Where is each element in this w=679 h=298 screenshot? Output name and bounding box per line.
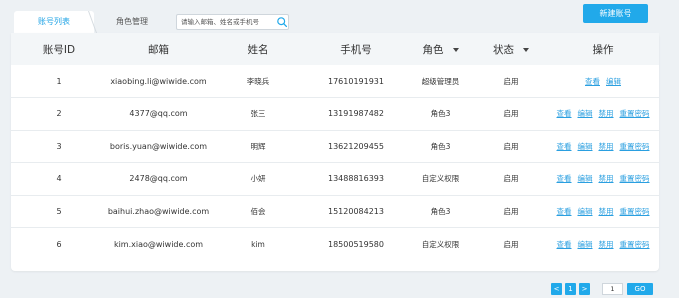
cell-id: 1 bbox=[56, 76, 62, 86]
cell-email: baihui.zhao@wiwide.com bbox=[107, 206, 210, 216]
disable-link[interactable]: 禁用 bbox=[599, 109, 614, 118]
cell-status: 启用 bbox=[503, 239, 519, 249]
cell-role: 角色3 bbox=[430, 141, 451, 151]
header-role-label: 角色 bbox=[422, 43, 444, 56]
cell-role: 超级管理员 bbox=[421, 76, 460, 86]
view-link[interactable]: 查看 bbox=[557, 109, 572, 118]
header-status-label: 状态 bbox=[493, 43, 514, 56]
view-link[interactable]: 查看 bbox=[557, 240, 572, 249]
cell-phone: 13621209455 bbox=[328, 141, 384, 151]
cell-status: 启用 bbox=[503, 76, 519, 86]
view-link[interactable]: 查看 bbox=[585, 77, 600, 86]
cell-name: kim bbox=[251, 239, 265, 249]
view-link[interactable]: 查看 bbox=[557, 174, 572, 183]
cell-actions: 查看 编辑 禁用 重置密码 bbox=[547, 98, 659, 131]
cell-name: 明辉 bbox=[250, 141, 266, 151]
table-row: 3 boris.yuan@wiwide.com 明辉 13621209455 角色3 启用… bbox=[11, 130, 659, 163]
cell-phone: 17610191931 bbox=[328, 76, 384, 86]
edit-link[interactable]: 编辑 bbox=[578, 207, 593, 216]
header-role[interactable]: 角色 bbox=[406, 33, 475, 65]
header-phone: 手机号 bbox=[340, 43, 372, 56]
cell-phone: 18500519580 bbox=[328, 239, 384, 249]
reset-password-link[interactable]: 重置密码 bbox=[620, 109, 650, 118]
edit-link[interactable]: 编辑 bbox=[578, 174, 593, 183]
goto-page-input[interactable] bbox=[602, 283, 623, 295]
search-icon[interactable] bbox=[276, 16, 288, 28]
table-row: 4 2478@qq.com 小妍 13488816393 自定义权限 启用 查看 编辑 禁用 重置… bbox=[11, 163, 659, 196]
disable-link[interactable]: 禁用 bbox=[599, 240, 614, 249]
view-link[interactable]: 查看 bbox=[557, 207, 572, 216]
cell-status: 启用 bbox=[503, 206, 519, 216]
cell-role: 自定义权限 bbox=[421, 239, 460, 249]
cell-role: 自定义权限 bbox=[421, 174, 460, 184]
cell-phone: 15120084213 bbox=[328, 206, 384, 216]
tab-account-list[interactable]: 账号列表 bbox=[14, 11, 94, 34]
next-page-button[interactable]: > bbox=[579, 283, 590, 295]
header-status[interactable]: 状态 bbox=[475, 33, 547, 65]
cell-role: 角色3 bbox=[430, 206, 451, 216]
reset-password-link[interactable]: 重置密码 bbox=[620, 142, 650, 151]
account-table: 账号ID 邮箱 姓名 手机号 角色 状态 操作 1 xiaobing.li@wiw… bbox=[11, 33, 659, 260]
caret-down-icon[interactable] bbox=[452, 47, 459, 52]
cell-name: 张三 bbox=[250, 109, 266, 119]
cell-email: kim.xiao@wiwide.com bbox=[113, 239, 204, 249]
edit-link[interactable]: 编辑 bbox=[578, 109, 593, 118]
cell-name: 小妍 bbox=[250, 174, 266, 184]
cell-name: 李晓兵 bbox=[246, 76, 270, 86]
prev-page-button[interactable]: < bbox=[551, 283, 562, 295]
table-header-row: 账号ID 邮箱 姓名 手机号 角色 状态 操作 bbox=[11, 33, 659, 65]
caret-down-icon[interactable] bbox=[523, 47, 529, 52]
header-actions: 操作 bbox=[592, 43, 614, 56]
header-id: 账号ID bbox=[42, 43, 76, 56]
table-row: 5 baihui.zhao@wiwide.com 佰会 15120084213 角色3 启… bbox=[11, 195, 659, 228]
cell-email: boris.yuan@wiwide.com bbox=[109, 141, 208, 151]
reset-password-link[interactable]: 重置密码 bbox=[620, 174, 650, 183]
cell-id: 5 bbox=[56, 206, 62, 216]
cell-id: 3 bbox=[56, 141, 62, 151]
search-box bbox=[176, 14, 289, 30]
cell-actions: 查看 编辑 禁用 重置密码 bbox=[547, 195, 659, 228]
disable-link[interactable]: 禁用 bbox=[599, 207, 614, 216]
disable-link[interactable]: 禁用 bbox=[599, 142, 614, 151]
cell-actions: 查看 编辑 禁用 重置密码 bbox=[547, 228, 659, 261]
edit-link[interactable]: 编辑 bbox=[578, 142, 593, 151]
table-row: 2 4377@qq.com 张三 13191987482 角色3 启用 查看 编辑 禁用 重置密码 bbox=[11, 98, 659, 131]
cell-phone: 13191987482 bbox=[328, 109, 384, 119]
cell-actions: 查看 编辑 禁用 重置密码 bbox=[547, 163, 659, 196]
cell-email: xiaobing.li@wiwide.com bbox=[110, 76, 207, 86]
view-link[interactable]: 查看 bbox=[557, 142, 572, 151]
reset-password-link[interactable]: 重置密码 bbox=[620, 240, 650, 249]
edit-link[interactable]: 编辑 bbox=[606, 77, 621, 86]
go-button[interactable]: GO bbox=[627, 283, 653, 295]
reset-password-link[interactable]: 重置密码 bbox=[620, 207, 650, 216]
new-account-button[interactable]: 新建账号 bbox=[583, 4, 648, 23]
header-email: 邮箱 bbox=[148, 43, 169, 56]
cell-actions: 查看 编辑 bbox=[547, 65, 659, 98]
cell-actions: 查看 编辑 禁用 重置密码 bbox=[547, 130, 659, 163]
disable-link[interactable]: 禁用 bbox=[599, 174, 614, 183]
cell-status: 启用 bbox=[503, 174, 519, 184]
cell-name: 佰会 bbox=[250, 206, 266, 216]
cell-email: 2478@qq.com bbox=[129, 174, 188, 184]
search-input[interactable] bbox=[181, 15, 271, 29]
cell-status: 启用 bbox=[503, 141, 519, 151]
table-row: 6 kim.xiao@wiwide.com kim 18500519580 自定义权限 启… bbox=[11, 228, 659, 261]
current-page-button[interactable]: 1 bbox=[565, 283, 576, 295]
header-name: 姓名 bbox=[247, 43, 269, 56]
cell-id: 2 bbox=[56, 109, 62, 119]
cell-id: 6 bbox=[56, 239, 62, 249]
cell-id: 4 bbox=[56, 174, 62, 184]
cell-role: 角色3 bbox=[430, 109, 451, 119]
edit-link[interactable]: 编辑 bbox=[578, 240, 593, 249]
cell-email: 4377@qq.com bbox=[129, 109, 188, 119]
tab-role-management[interactable]: 角色管理 bbox=[96, 11, 168, 34]
cell-status: 启用 bbox=[503, 109, 519, 119]
cell-phone: 13488816393 bbox=[328, 174, 384, 184]
account-table-panel: 账号ID 邮箱 姓名 手机号 角色 状态 操作 1 xiaobing.li@wiw… bbox=[11, 33, 659, 271]
table-row: 1 xiaobing.li@wiwide.com 李晓兵 17610191931 超级管… bbox=[11, 65, 659, 98]
